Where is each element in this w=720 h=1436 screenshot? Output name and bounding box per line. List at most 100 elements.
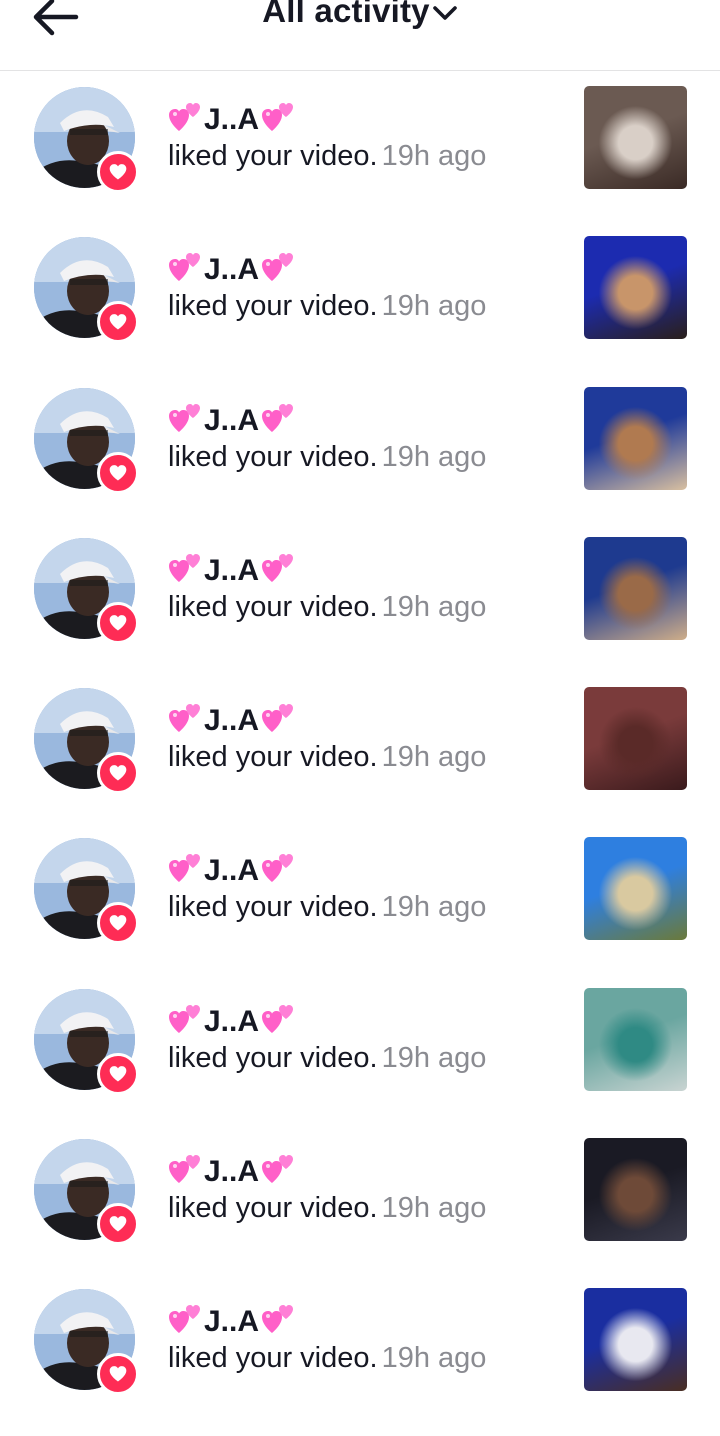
username-text: J..A xyxy=(204,553,260,587)
activity-row[interactable]: J..A liked your video. 19h ago xyxy=(0,672,720,822)
two-hearts-emoji-icon xyxy=(262,1004,294,1033)
username-link[interactable]: J..A xyxy=(168,1153,548,1189)
chevron-down-icon xyxy=(432,6,457,20)
like-badge xyxy=(97,151,139,193)
action-text: liked your video. xyxy=(168,440,378,473)
video-thumbnail[interactable] xyxy=(584,236,687,340)
action-text: liked your video. xyxy=(168,1041,378,1074)
two-hearts-emoji-icon xyxy=(262,1305,294,1334)
timestamp: 19h ago xyxy=(381,440,487,473)
activity-message: liked your video. 19h ago xyxy=(168,738,548,776)
like-badge xyxy=(97,301,139,344)
activity-text: J..A liked your video. 19h ago xyxy=(168,1153,548,1227)
two-hearts-emoji-icon xyxy=(262,553,294,582)
username-link[interactable]: J..A xyxy=(168,852,548,888)
activity-message: liked your video. 19h ago xyxy=(168,1039,548,1077)
username-text: J..A xyxy=(204,1155,260,1189)
username-text: J..A xyxy=(204,1305,260,1339)
timestamp: 19h ago xyxy=(381,1041,487,1074)
two-hearts-emoji-icon xyxy=(169,1305,200,1334)
activity-text: J..A liked your video. 19h ago xyxy=(168,1003,548,1077)
timestamp: 19h ago xyxy=(381,1192,487,1225)
username-link[interactable]: J..A xyxy=(168,101,548,137)
username-text: J..A xyxy=(204,103,260,136)
username-link[interactable]: J..A xyxy=(168,1303,548,1339)
activity-row[interactable]: J..A liked your video. 19h ago xyxy=(0,1123,720,1273)
two-hearts-emoji-icon xyxy=(169,553,200,582)
video-thumbnail[interactable] xyxy=(584,987,687,1091)
activity-text: J..A liked your video. 19h ago xyxy=(168,402,548,476)
two-hearts-emoji-icon xyxy=(169,1004,200,1033)
activity-message: liked your video. 19h ago xyxy=(168,588,548,626)
activity-row[interactable]: J..A liked your video. 19h ago xyxy=(0,71,720,221)
page-title: All activity xyxy=(262,0,430,29)
action-text: liked your video. xyxy=(168,1342,378,1375)
username-text: J..A xyxy=(204,704,260,738)
two-hearts-emoji-icon xyxy=(262,253,294,282)
activity-row[interactable]: J..A liked your video. 19h ago xyxy=(0,221,720,371)
username-text: J..A xyxy=(204,253,260,287)
username-text: J..A xyxy=(204,1004,260,1038)
two-hearts-emoji-icon xyxy=(262,704,294,733)
video-thumbnail[interactable] xyxy=(584,1288,687,1392)
two-hearts-emoji-icon xyxy=(262,403,294,432)
like-badge xyxy=(97,1353,139,1396)
heart-icon xyxy=(109,614,127,631)
action-text: liked your video. xyxy=(168,741,378,774)
like-badge xyxy=(97,601,139,644)
video-thumbnail[interactable] xyxy=(584,687,687,791)
timestamp: 19h ago xyxy=(381,1342,487,1375)
activity-row[interactable]: J..A liked your video. 19h ago xyxy=(0,372,720,522)
username-link[interactable]: J..A xyxy=(168,402,548,438)
action-text: liked your video. xyxy=(168,590,378,623)
two-hearts-emoji-icon xyxy=(169,253,200,282)
username-link[interactable]: J..A xyxy=(168,251,548,287)
like-badge xyxy=(97,752,139,795)
activity-list: J..A liked your video. 19h ago J..A like… xyxy=(0,71,720,1424)
activity-message: liked your video. 19h ago xyxy=(168,1339,548,1377)
timestamp: 19h ago xyxy=(381,590,487,623)
activity-message: liked your video. 19h ago xyxy=(168,438,548,476)
activity-row[interactable]: J..A liked your video. 19h ago xyxy=(0,522,720,672)
like-badge xyxy=(97,902,139,945)
username-link[interactable]: J..A xyxy=(168,1003,548,1039)
activity-row[interactable]: J..A liked your video. 19h ago xyxy=(0,1273,720,1423)
heart-icon xyxy=(109,464,127,481)
heart-icon xyxy=(109,164,127,180)
activity-text: J..A liked your video. 19h ago xyxy=(168,251,548,325)
like-badge xyxy=(97,1052,139,1095)
like-badge xyxy=(97,451,139,494)
activity-text: J..A liked your video. 19h ago xyxy=(168,101,548,175)
heart-icon xyxy=(109,1216,127,1232)
activity-text: J..A liked your video. 19h ago xyxy=(168,1303,548,1377)
action-text: liked your video. xyxy=(168,290,378,323)
video-thumbnail[interactable] xyxy=(584,86,687,189)
video-thumbnail[interactable] xyxy=(584,1138,687,1242)
two-hearts-emoji-icon xyxy=(169,103,200,131)
activity-message: liked your video. 19h ago xyxy=(168,1189,548,1227)
activity-text: J..A liked your video. 19h ago xyxy=(168,702,548,776)
video-thumbnail[interactable] xyxy=(584,536,687,640)
activity-row[interactable]: J..A liked your video. 19h ago xyxy=(0,822,720,972)
activity-message: liked your video. 19h ago xyxy=(168,287,548,325)
top-bar: All activity xyxy=(0,0,720,71)
timestamp: 19h ago xyxy=(381,891,487,924)
activity-filter-dropdown[interactable]: All activity xyxy=(0,0,720,30)
two-hearts-emoji-icon xyxy=(169,1155,200,1184)
video-thumbnail[interactable] xyxy=(584,837,687,941)
username-link[interactable]: J..A xyxy=(168,702,548,738)
timestamp: 19h ago xyxy=(381,290,487,323)
action-text: liked your video. xyxy=(168,891,378,924)
heart-icon xyxy=(109,765,127,781)
activity-row[interactable]: J..A liked your video. 19h ago xyxy=(0,973,720,1123)
activity-text: J..A liked your video. 19h ago xyxy=(168,552,548,626)
heart-icon xyxy=(109,915,127,931)
two-hearts-emoji-icon xyxy=(169,403,200,432)
heart-icon xyxy=(109,1366,127,1382)
username-link[interactable]: J..A xyxy=(168,552,548,588)
video-thumbnail[interactable] xyxy=(584,386,687,490)
two-hearts-emoji-icon xyxy=(169,704,200,733)
action-text: liked your video. xyxy=(168,1192,378,1225)
activity-text: J..A liked your video. 19h ago xyxy=(168,852,548,926)
timestamp: 19h ago xyxy=(381,140,487,172)
